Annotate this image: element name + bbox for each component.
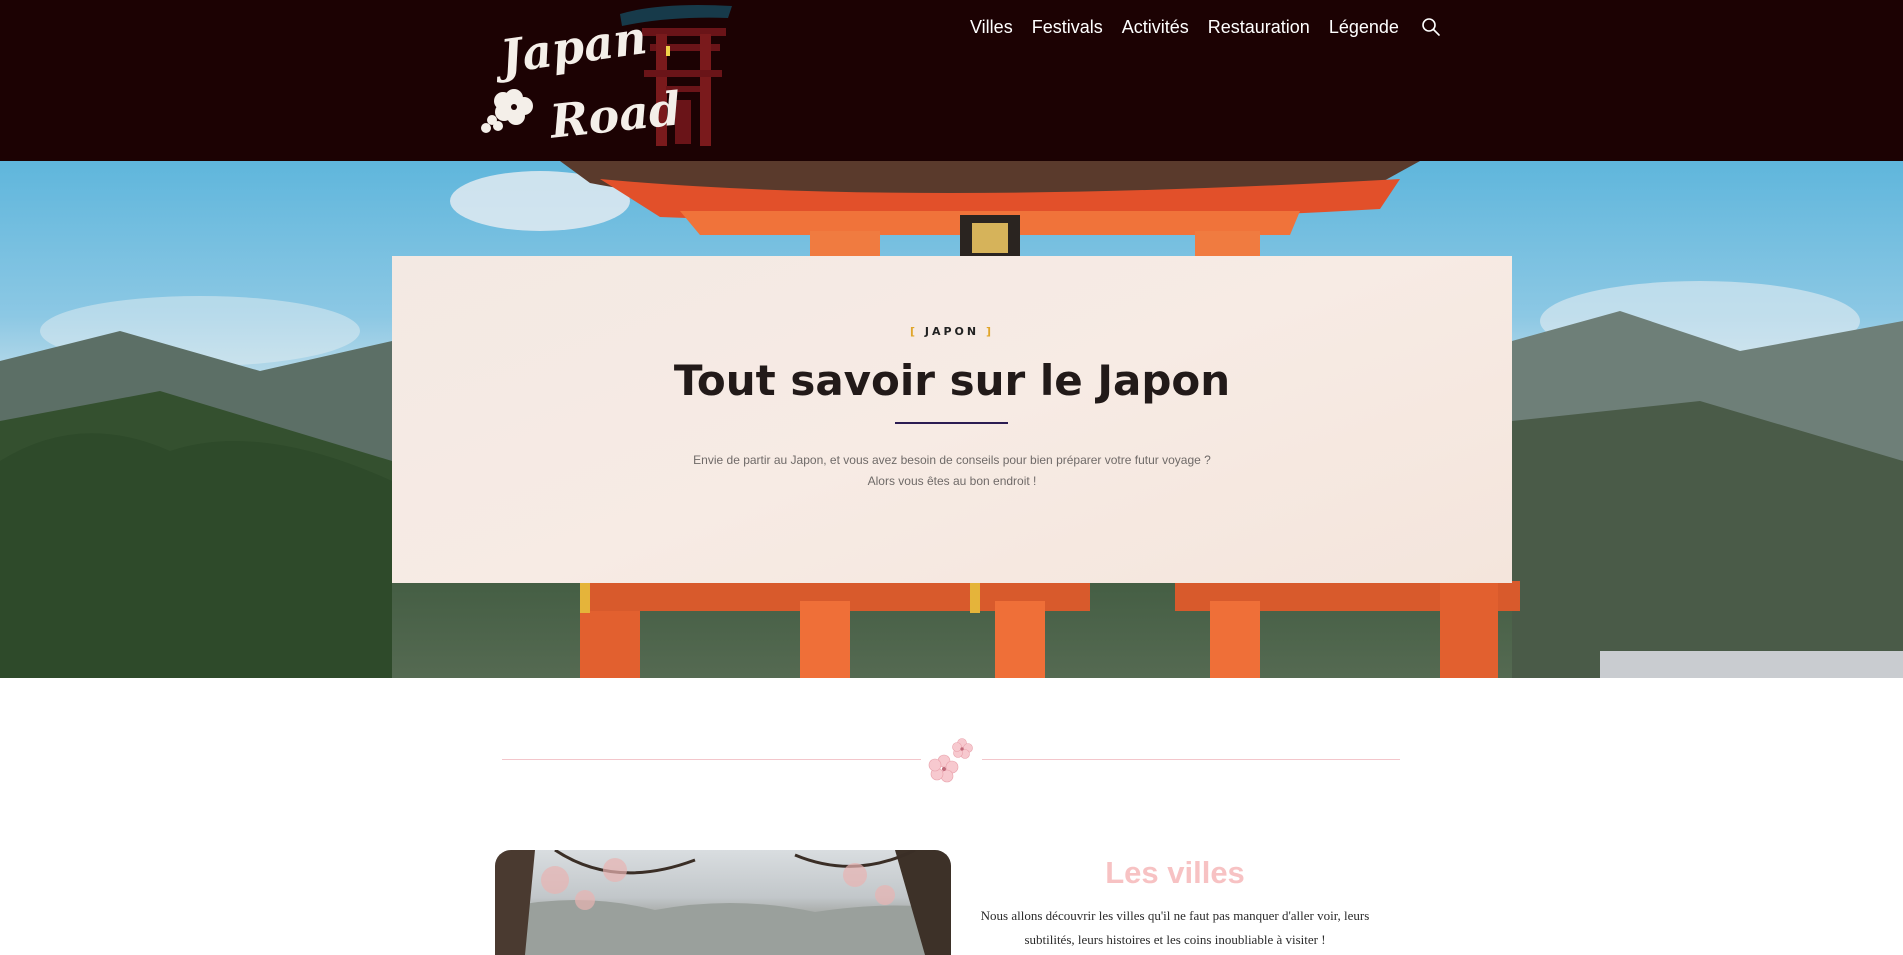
- villes-image[interactable]: [495, 850, 951, 955]
- hero-desc-line1: Envie de partir au Japon, et vous avez b…: [693, 453, 1211, 467]
- section-divider: [502, 735, 1400, 785]
- eyebrow-bracket-open: [: [910, 325, 919, 338]
- hero-title-underline: [895, 422, 1008, 424]
- nav-item-festivals[interactable]: Festivals: [1032, 17, 1103, 38]
- hero-description: Envie de partir au Japon, et vous avez b…: [392, 450, 1512, 492]
- divider-line-right: [982, 759, 1400, 760]
- site-header: Japan Road Villes Festivals Activités Re…: [0, 0, 1903, 161]
- villes-title: Les villes: [1105, 855, 1245, 890]
- eyebrow-label: JAPON: [924, 325, 980, 338]
- nav-item-villes[interactable]: Villes: [970, 17, 1013, 38]
- villes-description: Nous allons découvrir les villes qu'il n…: [980, 908, 1370, 947]
- hero-card: [ JAPON ] Tout savoir sur le Japon Envie…: [392, 256, 1512, 583]
- nav-item-legende[interactable]: Légende: [1329, 17, 1399, 38]
- hero-title: Tout savoir sur le Japon: [673, 356, 1231, 405]
- villes-photo: [495, 850, 951, 955]
- hero-banner: [ JAPON ] Tout savoir sur le Japon Envie…: [0, 161, 1903, 678]
- nav-item-activites[interactable]: Activités: [1122, 17, 1189, 38]
- nav-item-restauration[interactable]: Restauration: [1208, 17, 1310, 38]
- search-icon[interactable]: [1420, 16, 1442, 38]
- main-nav: Villes Festivals Activités Restauration …: [970, 16, 1442, 38]
- eyebrow-bracket-close: ]: [985, 325, 994, 338]
- site-logo[interactable]: Japan Road: [470, 0, 732, 152]
- cherry-blossom-icon: [928, 738, 973, 783]
- hero-desc-line2: Alors vous êtes au bon endroit !: [867, 474, 1037, 488]
- hero-eyebrow: [ JAPON ]: [392, 325, 1512, 338]
- divider-line-left: [502, 759, 921, 760]
